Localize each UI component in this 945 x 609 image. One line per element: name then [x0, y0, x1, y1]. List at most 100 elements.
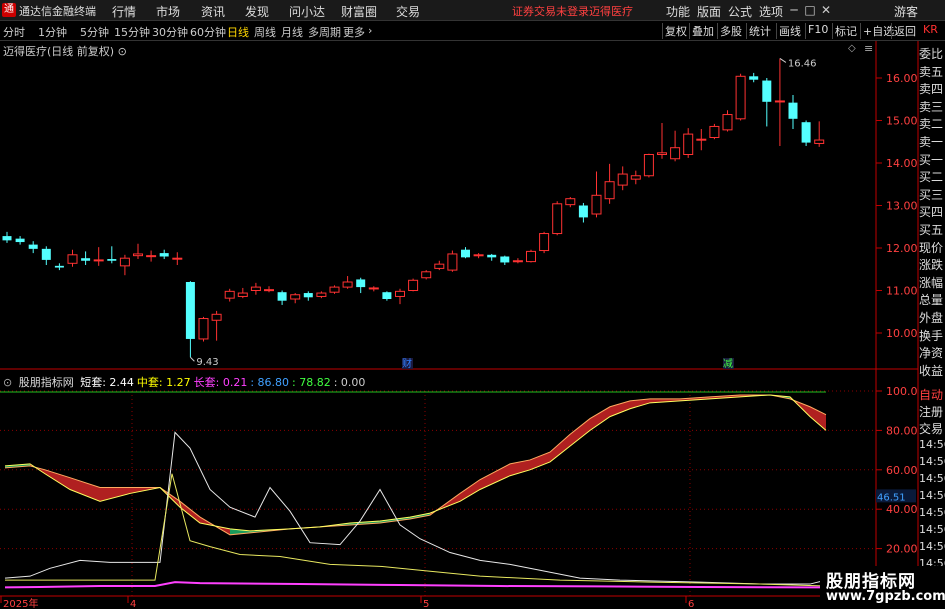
- candle-body: [578, 205, 588, 218]
- menu-dots-icon[interactable]: ≡: [864, 42, 873, 55]
- quote-label: 卖一: [919, 135, 944, 149]
- band-lower-line: [4, 394, 827, 532]
- period-daily[interactable]: 日线: [227, 24, 249, 40]
- period-5min[interactable]: 5分钟: [80, 24, 109, 40]
- quote-label: 涨幅: [919, 275, 944, 290]
- overlay-button[interactable]: 叠加: [689, 23, 716, 39]
- band-segment: [180, 501, 200, 523]
- maximize-icon[interactable]: □: [802, 1, 818, 19]
- menu-trade[interactable]: 交易: [396, 3, 420, 20]
- candle: [487, 253, 497, 261]
- menu-options[interactable]: 选项: [759, 3, 783, 20]
- band-segment: [480, 463, 510, 490]
- multi-stock-button[interactable]: 多股: [717, 23, 744, 39]
- candle: [683, 128, 694, 158]
- candle-body: [408, 279, 419, 291]
- indicator-value: : 86.80: [250, 376, 290, 389]
- period-tick[interactable]: 分时: [3, 24, 25, 40]
- candle: [264, 286, 274, 293]
- candle: [512, 258, 523, 264]
- candle: [762, 78, 772, 127]
- menu-news[interactable]: 资讯: [201, 3, 225, 20]
- menu-market[interactable]: 市场: [156, 3, 180, 20]
- period-more[interactable]: 更多: [343, 24, 365, 40]
- candle-body: [81, 258, 91, 261]
- menu-ask[interactable]: 问小达: [289, 3, 325, 20]
- candle: [709, 123, 720, 140]
- period-weekly[interactable]: 周线: [254, 24, 276, 40]
- candle-body: [93, 259, 104, 262]
- candle: [604, 163, 615, 204]
- candle: [172, 252, 183, 265]
- stats-button[interactable]: 统计: [746, 23, 773, 39]
- candle-body: [395, 290, 405, 297]
- adjust-button[interactable]: 复权: [662, 23, 689, 39]
- side-action-label[interactable]: 自动: [919, 386, 943, 403]
- candle-body: [617, 173, 628, 186]
- period-30min[interactable]: 30分钟: [152, 24, 188, 40]
- candle: [788, 95, 798, 129]
- period-60min[interactable]: 60分钟: [190, 24, 226, 40]
- menu-formula[interactable]: 公式: [728, 3, 752, 20]
- candle-body: [356, 279, 366, 288]
- indicator-name[interactable]: 股朋指标网: [19, 376, 74, 389]
- period-15min[interactable]: 15分钟: [114, 24, 150, 40]
- side-action-label[interactable]: 交易: [919, 420, 943, 437]
- event-marker-label: 减: [723, 358, 733, 370]
- menu-quotes[interactable]: 行情: [112, 3, 136, 20]
- candle: [146, 250, 157, 262]
- candle-body: [788, 102, 798, 119]
- candle: [107, 246, 117, 264]
- menu-function[interactable]: 功能: [666, 3, 690, 20]
- candle-body: [303, 293, 313, 298]
- current-value-label: 46.51: [877, 492, 906, 503]
- candle-body: [539, 233, 550, 252]
- candle-body: [683, 133, 694, 156]
- menu-wealth[interactable]: 财富圈: [341, 3, 377, 20]
- period-monthly[interactable]: 月线: [281, 24, 303, 40]
- kline-chart[interactable]: 16.00 15.00 14.00 13.00 12.00 11.00 10.00 100.0…: [0, 41, 945, 609]
- candle: [421, 270, 432, 280]
- band-segment: [460, 479, 480, 502]
- mark-button[interactable]: 标记: [832, 23, 859, 39]
- app-title: 通达信金融终端: [19, 5, 96, 18]
- candle-body: [172, 257, 183, 260]
- indicator-value: : 78.82: [292, 376, 331, 389]
- tick-time-label: 14:56: [919, 540, 945, 553]
- candle: [15, 236, 25, 245]
- settings-icon[interactable]: ⊙: [118, 45, 127, 58]
- guest-label[interactable]: 游客: [894, 3, 918, 20]
- diamond-icon[interactable]: ◇: [848, 43, 856, 54]
- candle-body: [801, 122, 811, 143]
- indicator-settings-icon[interactable]: ⊙: [3, 376, 12, 389]
- candle: [133, 243, 143, 260]
- candle-body: [277, 292, 287, 301]
- back-button[interactable]: 返回: [891, 23, 918, 39]
- candle: [67, 249, 78, 267]
- candle: [814, 121, 825, 147]
- quote-label: 买二: [919, 170, 944, 185]
- menu-layout[interactable]: 版面: [697, 3, 721, 20]
- close-icon[interactable]: ✕: [818, 1, 834, 19]
- period-1min[interactable]: 1分钟: [38, 24, 67, 40]
- draw-button[interactable]: 画线: [776, 23, 803, 39]
- period-multi[interactable]: 多周期: [308, 24, 341, 40]
- candle-body: [500, 256, 510, 263]
- candle-body: [290, 294, 301, 300]
- chevron-right-icon[interactable]: ›: [368, 24, 372, 37]
- date-label: 4: [130, 599, 136, 609]
- login-notice[interactable]: 证券交易未登录: [512, 3, 589, 19]
- date-label: 6: [688, 599, 694, 609]
- kr-tab[interactable]: KR: [921, 23, 940, 39]
- indicator-tick-label: 100.0: [886, 385, 918, 398]
- band-segment: [610, 400, 630, 417]
- candle-body: [146, 255, 157, 258]
- quote-label: 收益: [919, 363, 944, 378]
- side-action-label[interactable]: 注册: [919, 403, 943, 420]
- minimize-icon[interactable]: ─: [786, 1, 802, 19]
- menu-discover[interactable]: 发现: [245, 3, 269, 20]
- f10-button[interactable]: F10: [805, 23, 830, 39]
- chart-title: 迈得医疗(日线 前复权) ⊙: [3, 45, 127, 58]
- candle-body: [552, 203, 563, 235]
- candle: [198, 316, 209, 342]
